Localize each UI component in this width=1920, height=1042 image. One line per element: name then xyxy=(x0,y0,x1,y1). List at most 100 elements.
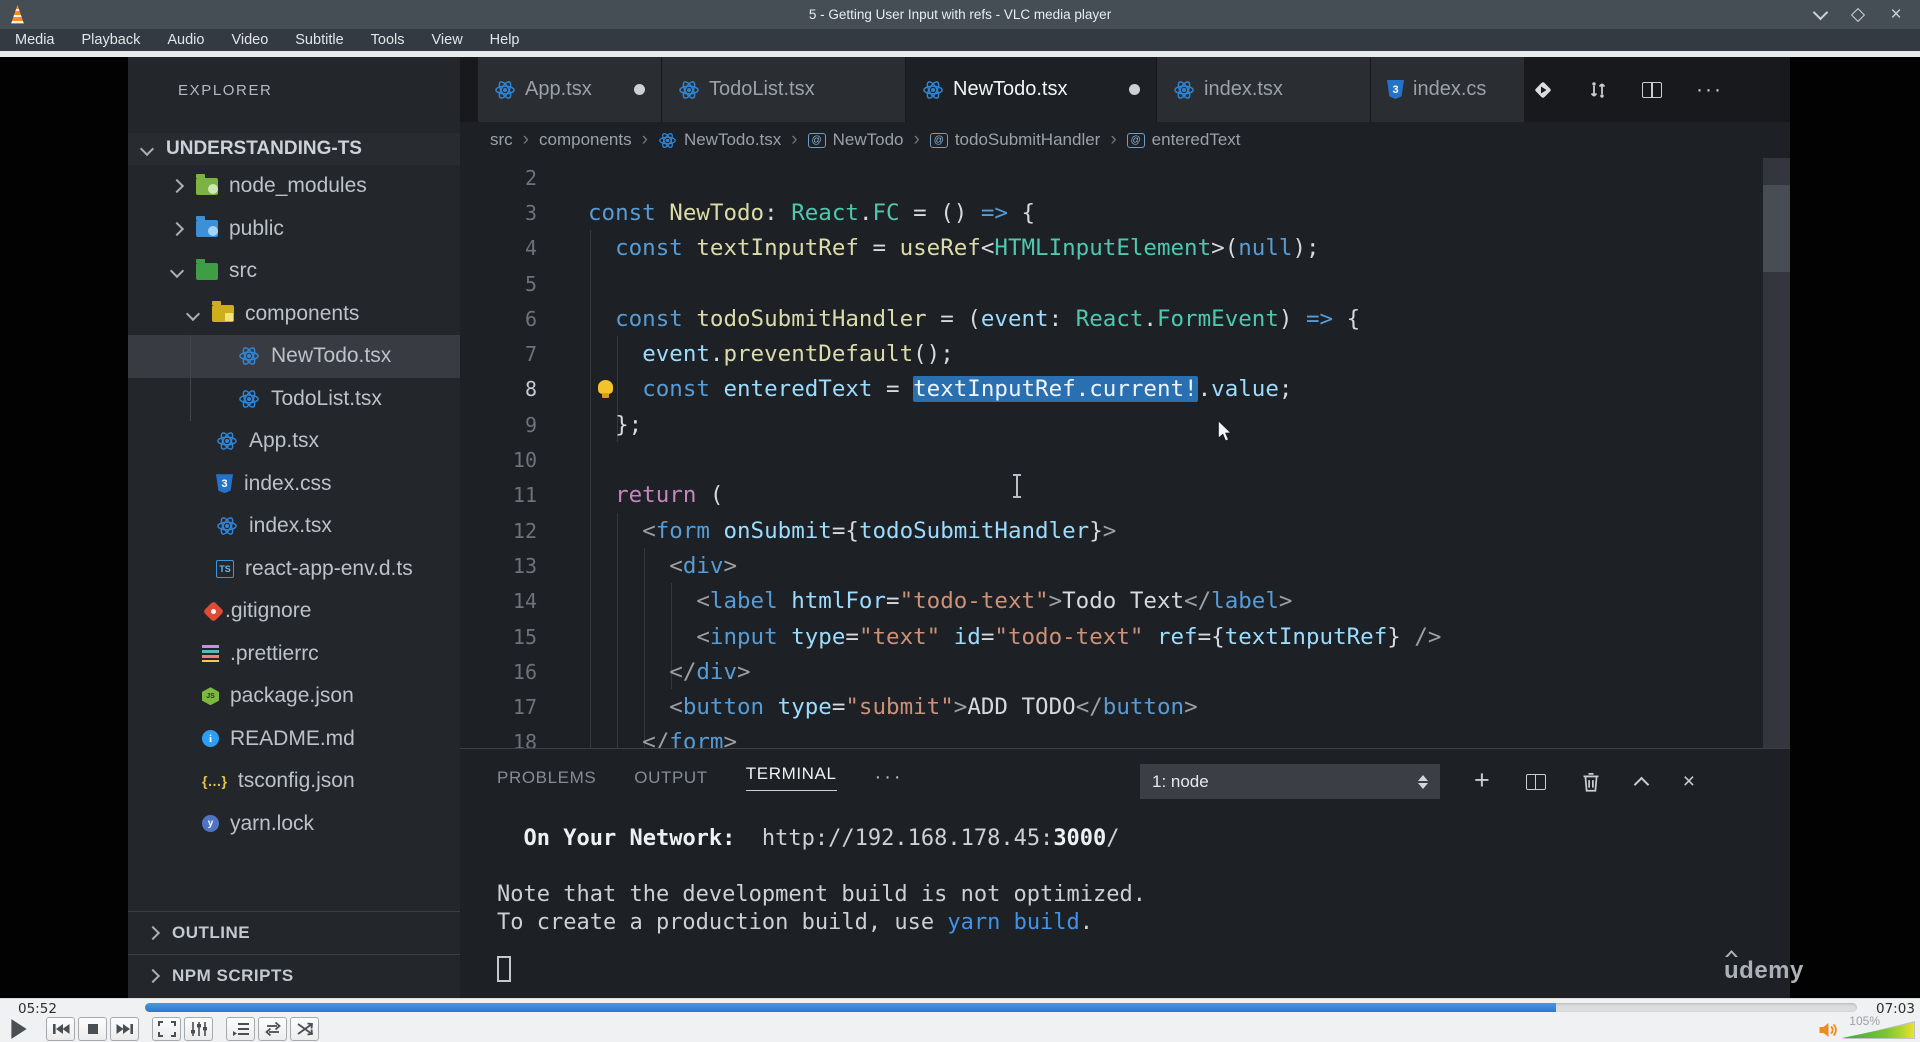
menu-item-help[interactable]: Help xyxy=(490,32,520,48)
open-changes-button[interactable] xyxy=(1532,79,1554,101)
menu-item-view[interactable]: View xyxy=(432,32,463,48)
tree-item-node-modules[interactable]: node_modules xyxy=(128,165,460,208)
token: button xyxy=(682,694,765,721)
new-terminal-button[interactable]: + xyxy=(1474,765,1490,796)
breadcrumb-item-todosubmithandler[interactable]: @ todoSubmitHandler xyxy=(929,130,1100,150)
panel-more-actions-button[interactable]: ··· xyxy=(875,766,904,789)
random-button[interactable] xyxy=(290,1017,319,1041)
play-button[interactable] xyxy=(8,1017,30,1041)
maximize-button[interactable] xyxy=(1850,7,1866,23)
code-line-3[interactable]: 3 const NewTodo: React.FC = () => { xyxy=(460,195,1790,230)
tree-item-tsconfig-json[interactable]: {…} tsconfig.json xyxy=(128,760,460,803)
menu-item-tools[interactable]: Tools xyxy=(371,32,405,48)
tree-item-react-app-env-d-ts[interactable]: TS react-app-env.d.ts xyxy=(128,548,460,591)
seek-bar-fill xyxy=(145,1003,1556,1012)
sidebar-section-outline[interactable]: OUTLINE xyxy=(128,911,460,954)
code-line-17[interactable]: 17 <button type="submit">ADD TODO</butto… xyxy=(460,689,1790,724)
tab-label: index.cs xyxy=(1413,78,1487,100)
token: event xyxy=(642,341,710,368)
previous-button[interactable] xyxy=(46,1017,75,1041)
breadcrumb-item-enteredtext[interactable]: @ enteredText xyxy=(1126,130,1241,150)
code-line-15[interactable]: 15 <input type="text" id="todo-text" ref… xyxy=(460,619,1790,654)
code-line-4[interactable]: 4 const textInputRef = useRef<HTMLInputE… xyxy=(460,231,1790,266)
terminal-select[interactable]: 1: node xyxy=(1140,764,1440,799)
tab-app-tsx[interactable]: App.tsx xyxy=(478,57,661,122)
volume-speaker[interactable] xyxy=(1818,1022,1838,1042)
tab-newtodo-tsx[interactable]: NewTodo.tsx xyxy=(906,57,1156,122)
tree-item-index-tsx[interactable]: index.tsx xyxy=(128,505,460,548)
editor-scrollbar-thumb[interactable] xyxy=(1763,185,1790,272)
breadcrumb-item-components[interactable]: components xyxy=(539,130,632,150)
menu-item-playback[interactable]: Playback xyxy=(82,32,141,48)
breadcrumb-item-newtodo[interactable]: @ NewTodo xyxy=(807,130,903,150)
explorer-root-folder[interactable]: UNDERSTANDING-TS xyxy=(128,133,460,165)
sidebar-section-npm-scripts[interactable]: NPM SCRIPTS xyxy=(128,954,460,997)
tab-index-tsx[interactable]: index.tsx xyxy=(1157,57,1370,122)
panel-tab-problems[interactable]: PROBLEMS xyxy=(497,768,596,788)
tab-index-cs[interactable]: 3 index.cs xyxy=(1371,57,1524,122)
chevron-up-icon xyxy=(1633,776,1650,792)
tree-item-prettierrc[interactable]: .prettierrc xyxy=(128,633,460,676)
tree-item-components[interactable]: components xyxy=(128,293,460,336)
tree-item-gitignore[interactable]: .gitignore xyxy=(128,590,460,633)
code-text: const todoSubmitHandler = (event: React.… xyxy=(588,306,1360,332)
synchronize-changes-button[interactable] xyxy=(1588,80,1608,100)
code-line-5[interactable]: 5 xyxy=(460,266,1790,301)
tree-item-yarn-lock[interactable]: y yarn.lock xyxy=(128,803,460,846)
loop-button[interactable] xyxy=(258,1017,287,1041)
token: > xyxy=(1048,588,1063,615)
minimize-button[interactable] xyxy=(1812,4,1828,23)
stop-button[interactable] xyxy=(78,1017,107,1041)
tree-item-package-json[interactable]: JS package.json xyxy=(128,675,460,718)
panel-tab-terminal[interactable]: TERMINAL xyxy=(745,764,837,791)
tab-todolist-tsx[interactable]: TodoList.tsx xyxy=(662,57,905,122)
code-line-8[interactable]: 8 const enteredText = textInputRef.curre… xyxy=(460,372,1790,407)
tree-item-readme-md[interactable]: i README.md xyxy=(128,718,460,761)
code-line-14[interactable]: 14 <label htmlFor="todo-text">Todo Text<… xyxy=(460,584,1790,619)
tree-item-newtodo-tsx[interactable]: NewTodo.tsx xyxy=(128,335,460,378)
code-line-13[interactable]: 13 <div> xyxy=(460,548,1790,583)
menu-item-audio[interactable]: Audio xyxy=(167,32,204,48)
code-line-11[interactable]: 11 return ( xyxy=(460,478,1790,513)
menu-item-media[interactable]: Media xyxy=(15,32,55,48)
code-line-18[interactable]: 18 </form> xyxy=(460,725,1790,748)
token: React xyxy=(791,199,859,226)
maximize-panel-button[interactable] xyxy=(1633,774,1650,792)
tree-item-app-tsx[interactable]: App.tsx xyxy=(128,420,460,463)
code-line-6[interactable]: 6 const todoSubmitHandler = (event: Reac… xyxy=(460,301,1790,336)
close-button[interactable]: × xyxy=(1888,4,1904,25)
code-line-16[interactable]: 16 </div> xyxy=(460,654,1790,689)
split-editor-button[interactable] xyxy=(1642,81,1662,98)
more-actions-button[interactable]: ··· xyxy=(1696,78,1723,102)
split-terminal-button[interactable] xyxy=(1525,773,1546,790)
playlist-button[interactable] xyxy=(226,1017,255,1041)
tree-item-index-css[interactable]: 3 index.css xyxy=(128,463,460,506)
breadcrumb-item-newtodo-tsx[interactable]: NewTodo.tsx xyxy=(658,130,781,150)
lightbulb-icon[interactable] xyxy=(598,379,613,398)
menu-item-video[interactable]: Video xyxy=(231,32,268,48)
volume-slider[interactable] xyxy=(1841,1021,1915,1039)
terminal-output[interactable]: On Your Network: http://192.168.178.45:3… xyxy=(497,825,1146,937)
extended-settings-button[interactable] xyxy=(184,1017,213,1041)
code-line-7[interactable]: 7 event.preventDefault(); xyxy=(460,336,1790,371)
seek-bar[interactable] xyxy=(145,1003,1857,1012)
code-line-9[interactable]: 9 }; xyxy=(460,407,1790,442)
close-panel-button[interactable]: × xyxy=(1683,770,1695,794)
tree-item-todolist-tsx[interactable]: TodoList.tsx xyxy=(128,378,460,421)
video-area[interactable]: EXPLORER UNDERSTANDING-TS node_modules pu… xyxy=(0,57,1920,999)
kill-terminal-button[interactable] xyxy=(1582,772,1600,792)
editor-scrollbar[interactable] xyxy=(1763,158,1790,748)
code-line-10[interactable]: 10 xyxy=(460,442,1790,477)
breadcrumb-item-src[interactable]: src xyxy=(490,130,513,150)
panel-tab-output[interactable]: OUTPUT xyxy=(634,768,707,788)
code-line-2[interactable]: 2 xyxy=(460,160,1790,195)
tree-item-src[interactable]: src xyxy=(128,250,460,293)
tree-item-public[interactable]: public xyxy=(128,208,460,251)
code-editor[interactable]: 2 3 const NewTodo: React.FC = () => {4 con… xyxy=(460,158,1790,748)
menu-item-subtitle[interactable]: Subtitle xyxy=(295,32,343,48)
code-line-12[interactable]: 12 <form onSubmit={todoSubmitHandler}> xyxy=(460,513,1790,548)
fullscreen-button[interactable] xyxy=(152,1017,181,1041)
next-button[interactable] xyxy=(110,1017,139,1041)
breadcrumb-label: enteredText xyxy=(1151,130,1241,149)
